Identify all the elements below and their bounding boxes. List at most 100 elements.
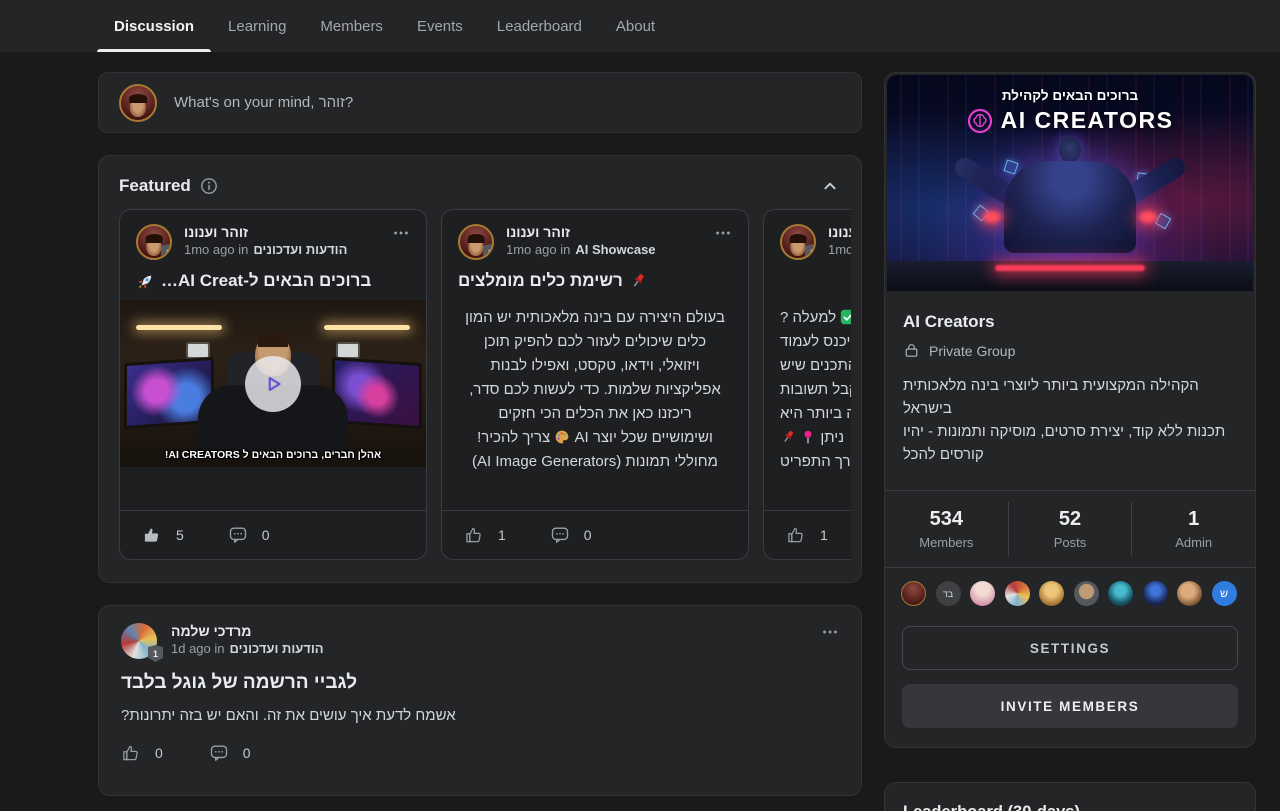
- group-privacy-label: Private Group: [929, 343, 1015, 359]
- featured-card-tools-list[interactable]: 3 זוהר וענונו 1mo ago in AI Showcase: [441, 209, 749, 560]
- palette-icon: [554, 429, 570, 445]
- level-badge: 3: [483, 244, 494, 260]
- banner-brand-text: AI CREATORS: [1001, 107, 1174, 134]
- leaderboard-title: Leaderboard (30-days): [903, 803, 1237, 811]
- like-count: 0: [155, 745, 163, 761]
- member-avatar-initials[interactable]: בד: [936, 581, 961, 606]
- author-name[interactable]: זוהר וענונו: [506, 224, 656, 240]
- tab-learning[interactable]: Learning: [211, 0, 303, 52]
- member-avatar[interactable]: [1005, 581, 1030, 606]
- author-avatar[interactable]: 1: [121, 623, 157, 659]
- collapse-chevron-up-icon[interactable]: [819, 175, 841, 197]
- post-channel[interactable]: הודעות ועדכונים: [253, 242, 347, 257]
- play-button[interactable]: [245, 356, 301, 412]
- post-menu-icon[interactable]: [714, 224, 732, 260]
- comment-button[interactable]: 0: [550, 525, 592, 545]
- group-privacy-row: Private Group: [903, 342, 1237, 359]
- post-body: למעלה ? היכנס לעמוד התכנים שיש לקבל תשוב…: [764, 300, 851, 480]
- body-line-part: ניתן: [820, 429, 844, 446]
- top-navigation-bar: Discussion Learning Members Events Leade…: [0, 0, 1280, 52]
- member-avatar[interactable]: [1039, 581, 1064, 606]
- comment-button[interactable]: 0: [228, 525, 270, 545]
- body-line-part: ושימושיים שכל יוצר AI: [575, 429, 713, 446]
- comment-count: 0: [262, 527, 270, 543]
- stat-members[interactable]: 534 Members: [885, 502, 1008, 556]
- feed-post[interactable]: 1 מרדכי שלמה 1d ago in הודעות ועדכונים ל…: [98, 605, 862, 796]
- like-button[interactable]: 0: [121, 743, 163, 763]
- author-name[interactable]: זוהר וענונו: [828, 224, 851, 240]
- member-avatar[interactable]: [1074, 581, 1099, 606]
- comment-count: 0: [243, 745, 251, 761]
- post-body: אשמח לדעת איך עושים את זה. והאם יש בזה י…: [121, 707, 839, 724]
- member-avatar[interactable]: [901, 581, 926, 606]
- banner-logo-row: AI CREATORS: [887, 107, 1253, 134]
- stat-admin[interactable]: 1 Admin: [1131, 502, 1255, 556]
- tab-members[interactable]: Members: [303, 0, 400, 52]
- member-avatar[interactable]: [970, 581, 995, 606]
- author-block: מרדכי שלמה 1d ago in הודעות ועדכונים: [171, 623, 324, 659]
- level-badge: 1: [148, 645, 163, 662]
- featured-header: Featured: [99, 156, 861, 209]
- member-avatar[interactable]: [1108, 581, 1133, 606]
- post-channel[interactable]: הודעות ועדכונים: [230, 641, 324, 656]
- group-description: הקהילה המקצועית ביותר ליוצרי בינה מלאכות…: [903, 374, 1237, 484]
- brain-logo-icon: [967, 108, 993, 134]
- featured-card-welcome-video[interactable]: 3 זוהר וענונו 1mo ago in הודעות ועדכונים…: [119, 209, 427, 560]
- post-composer[interactable]: What's on your mind, זוהר?: [98, 72, 862, 133]
- current-user-avatar[interactable]: [119, 84, 157, 122]
- featured-card-community-guide[interactable]: 3 זוהר וענונו 1mo קהילה: [763, 209, 851, 560]
- tab-about[interactable]: About: [599, 0, 672, 52]
- post-meta: 1mo ago in הודעות ועדכונים: [184, 242, 347, 257]
- info-icon[interactable]: [200, 177, 218, 195]
- stat-value: 52: [1009, 508, 1132, 531]
- post-title[interactable]: לגביי הרשמה של גוגל בלבד: [121, 672, 839, 694]
- tab-discussion[interactable]: Discussion: [97, 0, 211, 52]
- author-avatar[interactable]: 3: [136, 224, 172, 260]
- author-name[interactable]: זוהר וענונו: [184, 224, 347, 240]
- group-name: AI Creators: [903, 312, 1237, 332]
- like-count: 1: [498, 527, 506, 543]
- post-menu-icon[interactable]: [392, 224, 410, 260]
- video-thumbnail[interactable]: אהלן חברים, ברוכים הבאים ל AI CREATORS!: [120, 300, 426, 467]
- member-avatar[interactable]: [1143, 581, 1168, 606]
- pushpin-icon: [629, 272, 647, 290]
- author-avatar[interactable]: 3: [780, 224, 816, 260]
- banner-glowing-keyboard: [995, 265, 1145, 271]
- featured-card1-header: 3 זוהר וענונו 1mo ago in הודעות ועדכונים: [120, 210, 426, 264]
- post-channel[interactable]: AI Showcase: [575, 242, 655, 257]
- banner-welcome-text: ברוכים הבאים לקהילת: [887, 88, 1253, 103]
- post-menu-icon[interactable]: [821, 623, 839, 659]
- body-line: התכנים שיש: [780, 354, 851, 378]
- tab-discussion-label: Discussion: [114, 18, 194, 35]
- post-reactions: 1 0: [442, 510, 748, 559]
- author-name[interactable]: מרדכי שלמה: [171, 623, 324, 639]
- post-title[interactable]: ברוכים הבאים ל-AI Creat…: [120, 264, 426, 300]
- body-line: לקבל תשובות: [780, 378, 851, 402]
- group-info-section: AI Creators Private Group הקהילה המקצועי…: [885, 293, 1255, 490]
- stat-posts[interactable]: 52 Posts: [1008, 502, 1132, 556]
- post-title[interactable]: רשימת כלים מומלצים: [442, 264, 748, 300]
- tab-events[interactable]: Events: [400, 0, 480, 52]
- leaderboard-card: Leaderboard (30-days): [884, 782, 1256, 811]
- member-avatar[interactable]: [1177, 581, 1202, 606]
- body-line-part: למעלה ?: [780, 309, 836, 326]
- member-avatar-initials[interactable]: ש: [1212, 581, 1237, 606]
- comment-button[interactable]: 0: [209, 743, 251, 763]
- banner-figure-torso: [1004, 161, 1136, 253]
- video-caption: אהלן חברים, ברוכים הבאים ל AI CREATORS!: [120, 449, 426, 461]
- post-title-text: ברוכים הבאים ל-AI Creat…: [161, 271, 371, 291]
- like-button[interactable]: 1: [786, 525, 828, 545]
- members-preview-row: בד ש: [885, 568, 1255, 616]
- tab-leaderboard[interactable]: Leaderboard: [480, 0, 599, 52]
- settings-button[interactable]: SETTINGS: [902, 626, 1238, 670]
- like-button[interactable]: 1: [464, 525, 506, 545]
- like-button[interactable]: 5: [142, 525, 184, 545]
- studio-light-right: [324, 325, 410, 330]
- body-line: ויזואלי, וידאו, טקסט, ואפילו לבנות: [458, 354, 732, 378]
- author-avatar[interactable]: 3: [458, 224, 494, 260]
- invite-members-button[interactable]: INVITE MEMBERS: [902, 684, 1238, 728]
- like-count: 5: [176, 527, 184, 543]
- tab-about-label: About: [616, 18, 655, 35]
- tab-leaderboard-label: Leaderboard: [497, 18, 582, 35]
- post-title[interactable]: קהילה: [764, 264, 851, 300]
